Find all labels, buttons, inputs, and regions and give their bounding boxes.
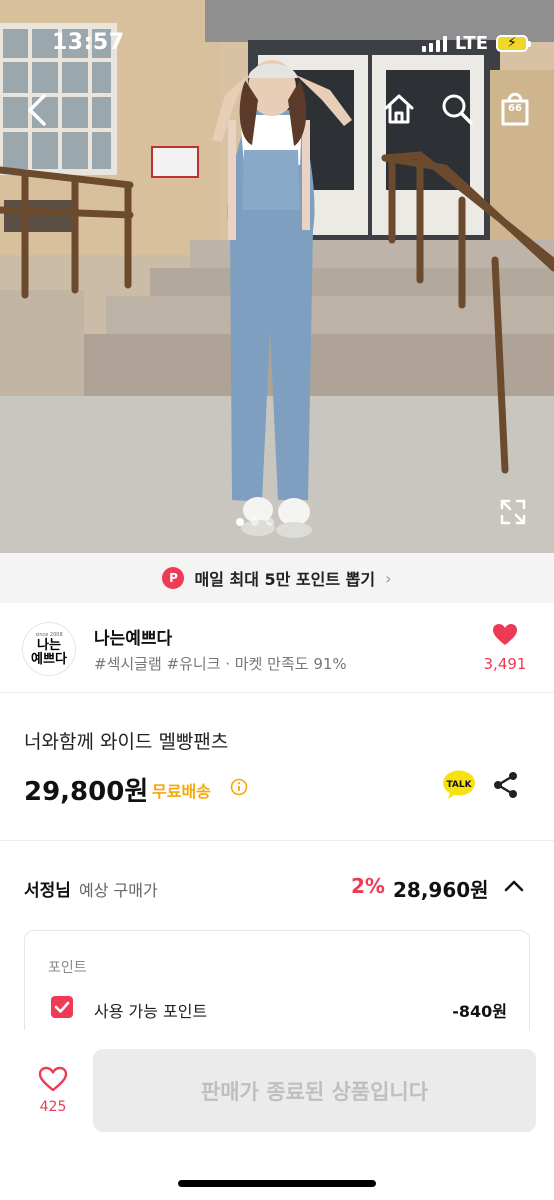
kakaotalk-label: TALK: [446, 780, 472, 790]
share-button[interactable]: [492, 770, 520, 800]
photo-pagination: [236, 518, 274, 526]
signal-icon: [421, 35, 447, 52]
battery-charging-icon: ⚡: [496, 35, 531, 52]
seller-name[interactable]: 나는예쁘다: [94, 624, 172, 649]
points-title: 포인트: [48, 960, 87, 976]
heart-filled-icon: [493, 624, 517, 645]
promo-text: 매일 최대 5만 포인트 뽑기: [194, 570, 376, 589]
product-like-count: 425: [39, 1099, 67, 1115]
product-photo[interactable]: 13:57 LTE ⚡ 66: [0, 0, 554, 553]
pagination-dot[interactable]: [266, 518, 274, 526]
expected-price-section: 서정님 예상 구매가 2% 28,960원: [0, 842, 554, 932]
product-name: 너와함께 와이드 멜빵팬츠: [24, 731, 229, 753]
chevron-left-icon: [28, 94, 46, 126]
fullscreen-button[interactable]: [500, 499, 526, 525]
product-photo-image: [0, 0, 554, 553]
status-bar: 13:57 LTE ⚡: [0, 0, 554, 80]
product-like-button[interactable]: 425: [30, 1066, 76, 1115]
seller-logo-line1: 나는: [37, 637, 61, 653]
seller-logo-since: since 2008: [35, 631, 63, 638]
home-icon: [384, 94, 414, 124]
search-button[interactable]: [438, 90, 476, 128]
expand-icon: [500, 499, 526, 525]
point-badge-icon: P: [162, 567, 185, 589]
chevron-right-icon: ›: [385, 568, 392, 588]
expected-user-name: 서정님: [24, 881, 71, 901]
expected-price: 28,960원: [393, 878, 489, 902]
available-points-label: 사용 가능 포인트: [94, 1002, 208, 1021]
use-points-checkbox[interactable]: [51, 996, 73, 1018]
heart-outline-icon: [38, 1066, 68, 1092]
chevron-up-icon: [504, 880, 524, 892]
search-icon: [442, 94, 473, 125]
kakaotalk-icon: TALK: [443, 770, 475, 799]
points-promo-banner[interactable]: P 매일 최대 5만 포인트 뽑기 ›: [0, 553, 554, 603]
store-like-count: 3,491: [483, 655, 527, 673]
home-button[interactable]: [380, 90, 418, 128]
top-nav-actions: 66: [380, 90, 534, 128]
status-time: 13:57: [52, 30, 125, 55]
seller-tags: #섹시글램 #유니크 · 마켓 만족도 91%: [94, 655, 347, 673]
discount-rate: 2%: [351, 874, 385, 898]
bottom-action-bar: 425 판매가 종료된 상품입니다: [0, 1030, 554, 1200]
back-button[interactable]: [18, 88, 58, 132]
store-like-button[interactable]: 3,491: [480, 623, 530, 673]
seller-info[interactable]: since 2008 나는 예쁘다 나는예쁘다 #섹시글램 #유니크 · 마켓 …: [0, 603, 554, 693]
shipping-info-button[interactable]: [230, 778, 248, 796]
free-shipping-label: 무료배송: [152, 782, 211, 801]
collapse-toggle[interactable]: [502, 876, 526, 896]
seller-logo-line2: 예쁘다: [31, 651, 67, 667]
status-indicators: LTE ⚡: [421, 33, 531, 54]
kakaotalk-button[interactable]: TALK: [442, 770, 476, 800]
expected-price-label: 예상 구매가: [79, 881, 158, 900]
sold-out-button[interactable]: 판매가 종료된 상품입니다: [93, 1049, 536, 1132]
product-price: 29,800원: [24, 777, 149, 807]
share-icon: [494, 772, 517, 798]
network-label: LTE: [454, 33, 488, 54]
pagination-dot[interactable]: [251, 518, 259, 526]
seller-logo[interactable]: since 2008 나는 예쁘다: [22, 622, 76, 676]
check-icon: [54, 1001, 70, 1013]
product-summary: 너와함께 와이드 멜빵팬츠 29,800원 무료배송 TALK: [0, 693, 554, 841]
cart-button[interactable]: 66: [496, 90, 534, 128]
home-indicator[interactable]: [178, 1180, 376, 1187]
available-points-value: -840원: [452, 1002, 507, 1021]
cart-count-badge: 66: [508, 103, 522, 114]
info-icon: [230, 778, 248, 796]
pagination-dot[interactable]: [236, 518, 244, 526]
